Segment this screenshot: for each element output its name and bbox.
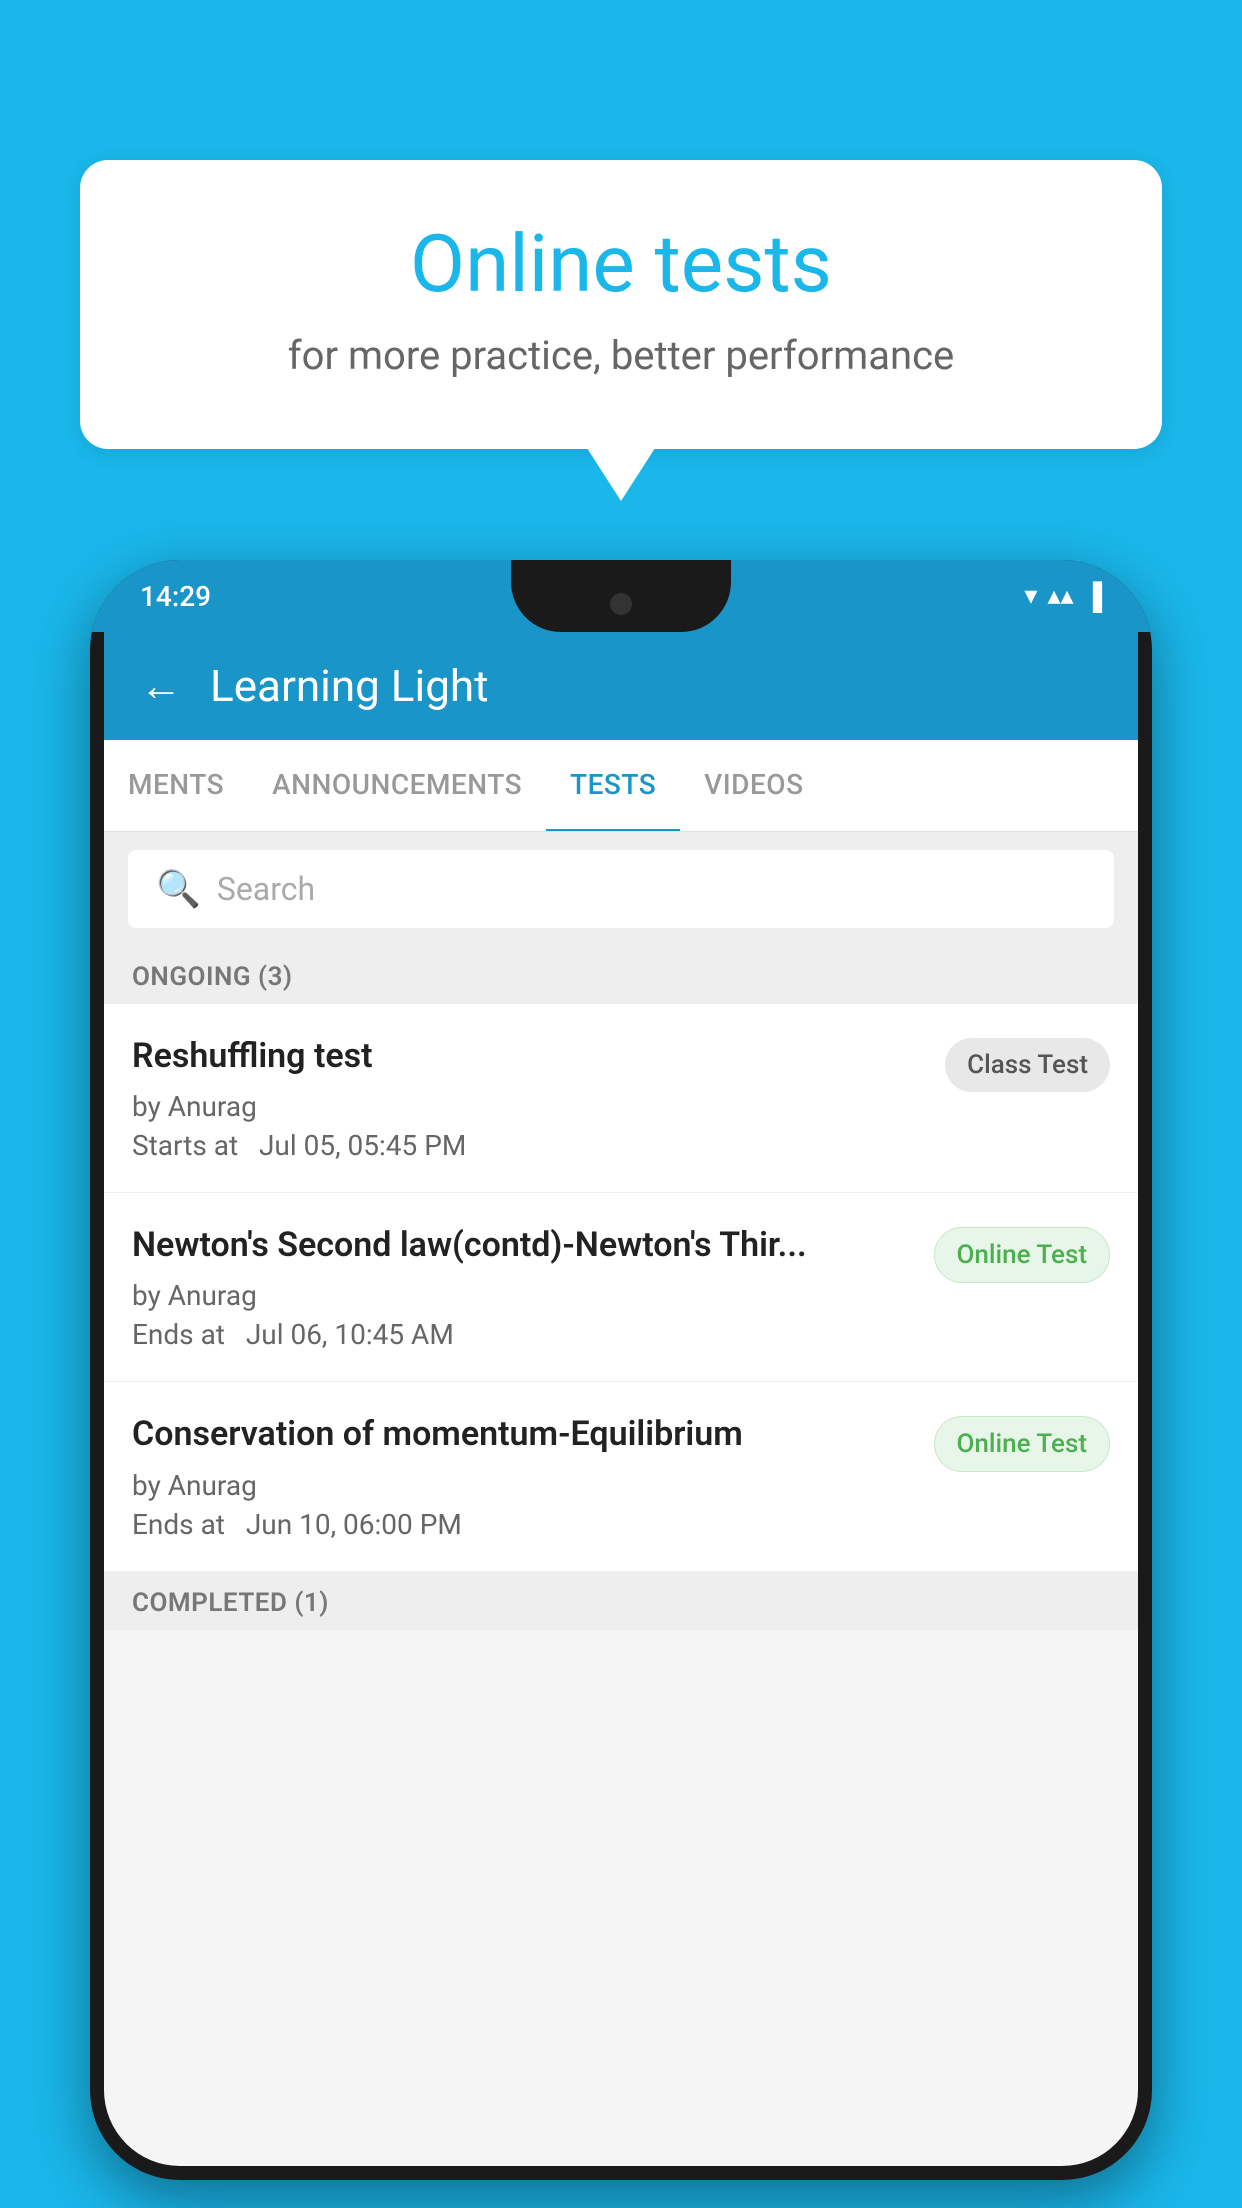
test-badge-class: Class Test [945, 1038, 1110, 1092]
time-label: Ends at [132, 1318, 225, 1351]
time-label: Ends at [132, 1508, 225, 1541]
test-time: Ends at Jul 06, 10:45 AM [132, 1318, 918, 1351]
test-time: Ends at Jun 10, 06:00 PM [132, 1508, 918, 1541]
test-badge-online: Online Test [934, 1227, 1111, 1283]
test-item[interactable]: Reshuffling test by Anurag Starts at Jul… [104, 1004, 1138, 1193]
tabs-bar: MENTS ANNOUNCEMENTS TESTS VIDEOS [104, 740, 1138, 832]
bubble-title: Online tests [160, 220, 1082, 308]
test-title: Reshuffling test [132, 1034, 929, 1078]
time-value: Jul 05, 05:45 PM [259, 1129, 466, 1162]
wifi-icon: ▾ [1024, 581, 1037, 611]
search-icon: 🔍 [156, 868, 201, 910]
test-title: Newton's Second law(contd)-Newton's Thir… [132, 1223, 918, 1267]
phone-screen: ← Learning Light MENTS ANNOUNCEMENTS TES… [104, 632, 1138, 2166]
battery-icon: ▐ [1084, 581, 1102, 612]
time-value: Jun 10, 06:00 PM [246, 1508, 462, 1541]
signal-icon: ▴▴ [1047, 581, 1073, 611]
tests-list: Reshuffling test by Anurag Starts at Jul… [104, 1004, 1138, 1572]
status-icons: ▾ ▴▴ ▐ [1024, 581, 1102, 612]
tab-announcements[interactable]: ANNOUNCEMENTS [248, 740, 546, 831]
test-info: Conservation of momentum-Equilibrium by … [132, 1412, 918, 1540]
tab-ments[interactable]: MENTS [104, 740, 248, 831]
test-item[interactable]: Conservation of momentum-Equilibrium by … [104, 1382, 1138, 1571]
time-value: Jul 06, 10:45 AM [246, 1318, 454, 1351]
app-title: Learning Light [210, 660, 489, 712]
tab-videos[interactable]: VIDEOS [680, 740, 827, 831]
back-button[interactable]: ← [140, 662, 182, 711]
status-time: 14:29 [140, 580, 211, 613]
test-title: Conservation of momentum-Equilibrium [132, 1412, 918, 1456]
notch [511, 560, 731, 632]
test-info: Reshuffling test by Anurag Starts at Jul… [132, 1034, 929, 1162]
speech-bubble: Online tests for more practice, better p… [80, 160, 1162, 449]
search-placeholder: Search [217, 870, 315, 908]
test-time: Starts at Jul 05, 05:45 PM [132, 1129, 929, 1162]
app-header: ← Learning Light [104, 632, 1138, 740]
test-item[interactable]: Newton's Second law(contd)-Newton's Thir… [104, 1193, 1138, 1382]
test-badge-online: Online Test [934, 1416, 1111, 1472]
promo-banner: Online tests for more practice, better p… [80, 160, 1162, 449]
search-container: 🔍 Search [104, 832, 1138, 946]
phone-wrapper: 14:29 ▾ ▴▴ ▐ ← Learning Light MENTS ANNO… [90, 560, 1152, 2208]
completed-section-header: COMPLETED (1) [104, 1572, 1138, 1630]
test-author: by Anurag [132, 1090, 929, 1123]
ongoing-section-header: ONGOING (3) [104, 946, 1138, 1004]
test-author: by Anurag [132, 1469, 918, 1502]
test-author: by Anurag [132, 1279, 918, 1312]
phone-frame: 14:29 ▾ ▴▴ ▐ ← Learning Light MENTS ANNO… [90, 560, 1152, 2180]
bubble-subtitle: for more practice, better performance [160, 332, 1082, 379]
test-info: Newton's Second law(contd)-Newton's Thir… [132, 1223, 918, 1351]
status-bar: 14:29 ▾ ▴▴ ▐ [90, 560, 1152, 632]
tab-tests[interactable]: TESTS [546, 740, 680, 832]
camera-icon [610, 593, 632, 615]
time-label: Starts at [132, 1129, 238, 1162]
search-bar[interactable]: 🔍 Search [128, 850, 1114, 928]
